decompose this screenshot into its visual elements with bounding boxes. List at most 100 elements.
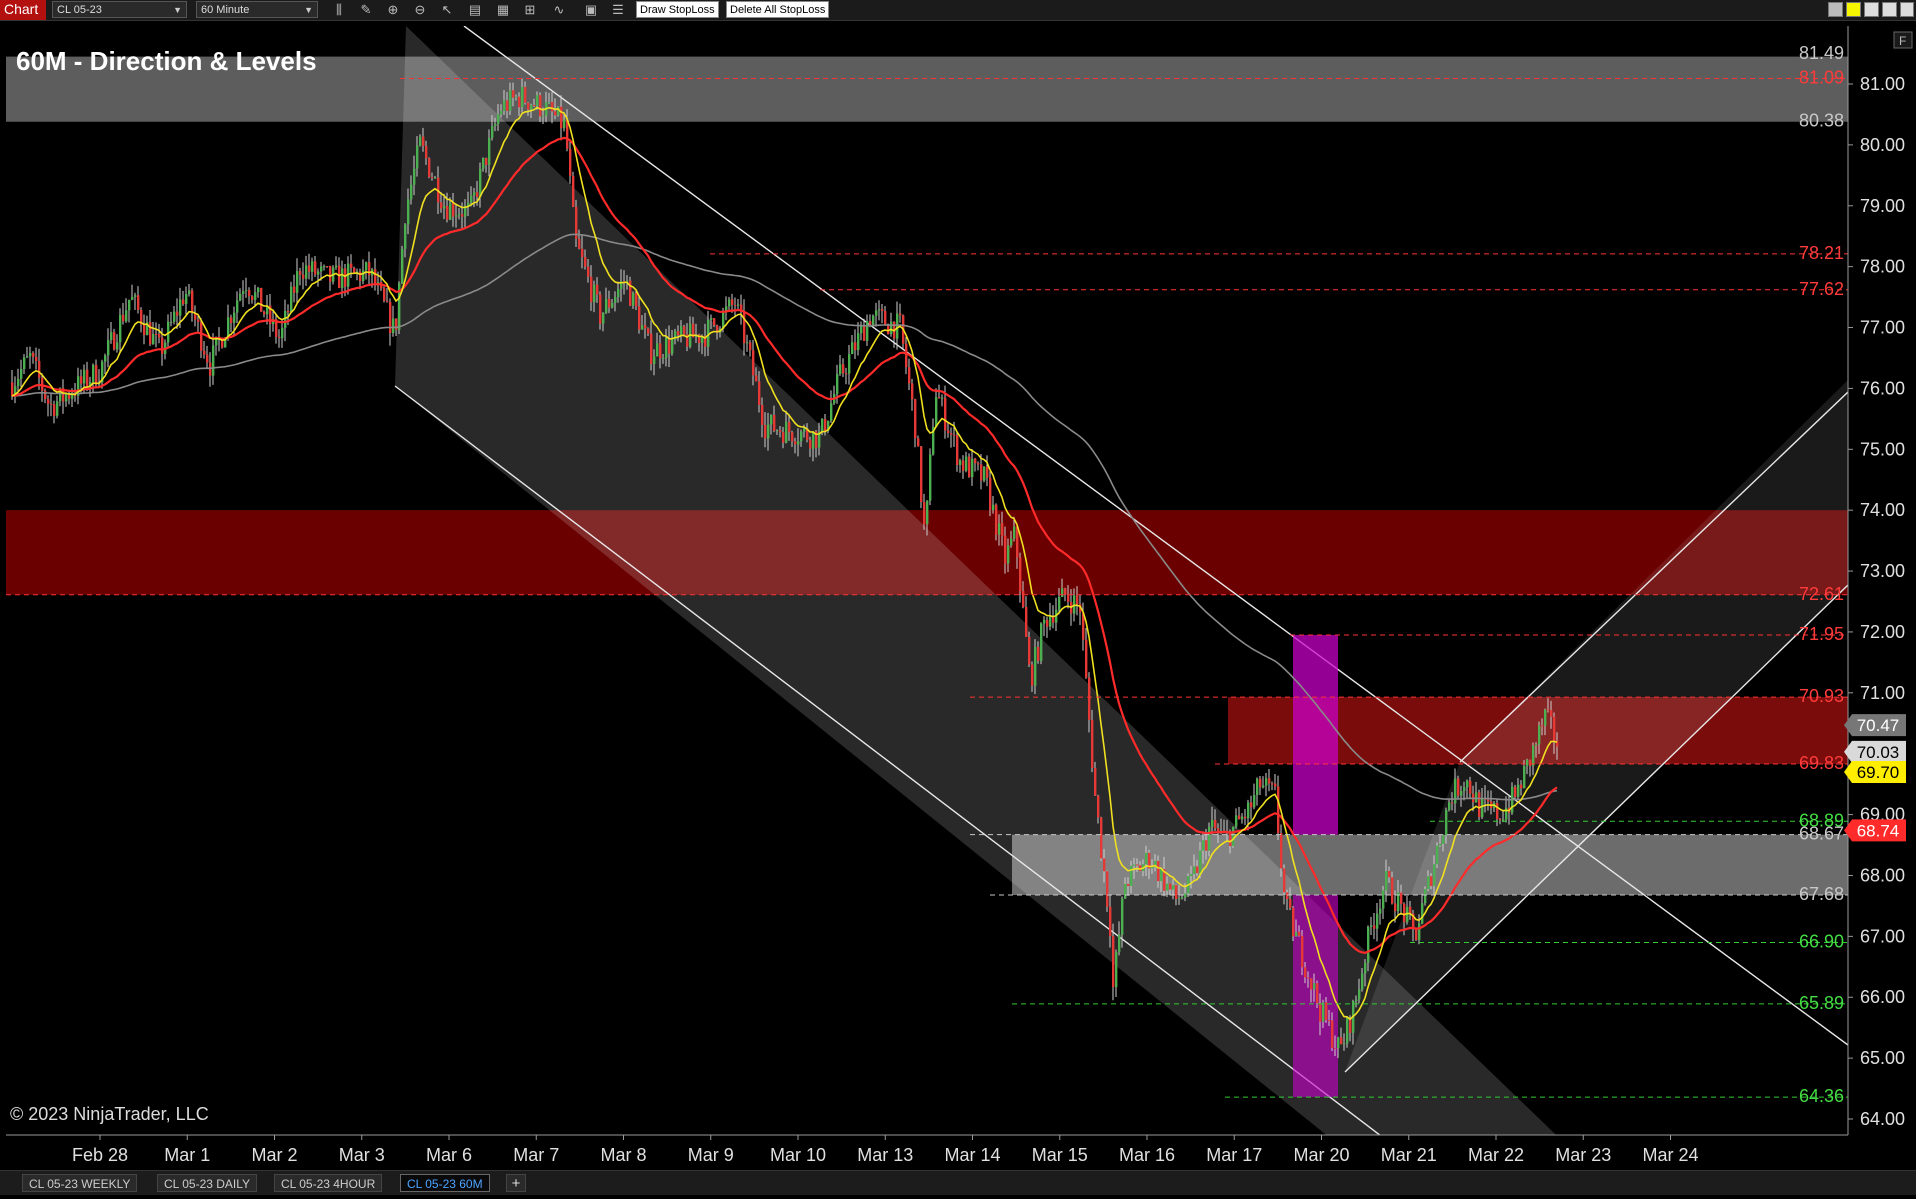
candle-body: [1214, 819, 1217, 829]
chart-tab[interactable]: CL 05-23 WEEKLY: [22, 1174, 138, 1192]
instrument-selector[interactable]: CL 05-23 ▼: [52, 1, 187, 18]
candle-body: [995, 504, 998, 535]
candle-body: [959, 460, 962, 465]
level-label: 66.90: [1799, 931, 1844, 951]
draw-stoploss-button[interactable]: Draw StopLoss: [636, 1, 719, 18]
candle-body: [95, 364, 98, 385]
level-label: 72.61: [1799, 584, 1844, 604]
x-tick-label: Mar 24: [1642, 1145, 1698, 1165]
add-tab-button[interactable]: +: [506, 1174, 526, 1192]
price-badge-label: 69.70: [1857, 763, 1900, 782]
candle-body: [770, 414, 773, 425]
chart-tab[interactable]: CL 05-23 DAILY: [157, 1174, 258, 1192]
chart-tab[interactable]: CL 05-23 4HOUR: [274, 1174, 383, 1192]
candle-body: [143, 324, 146, 335]
candle-body: [1064, 588, 1067, 595]
price-badge-label: 70.47: [1857, 716, 1900, 735]
candle-body: [962, 460, 965, 471]
candle-body: [1076, 595, 1079, 605]
candle-body: [104, 355, 107, 362]
candle-body: [119, 314, 122, 343]
candle-body: [1544, 709, 1547, 726]
candle-body: [773, 414, 776, 431]
candle-body: [455, 215, 458, 217]
templates-icon[interactable]: ▦: [494, 1, 512, 18]
candle-body: [308, 265, 311, 272]
level-label: 67.68: [1799, 884, 1844, 904]
candle-body: [1256, 778, 1259, 795]
candle-body: [779, 430, 782, 433]
price-chart[interactable]: 81.49 81.09 80.38 78.21 77.62 72.61 71.95 70.93…: [0, 20, 1916, 1170]
candle-body: [662, 357, 665, 359]
close-icon[interactable]: [1900, 2, 1914, 17]
maximize-icon[interactable]: [1882, 2, 1897, 17]
candle-body: [179, 299, 182, 316]
candle-body: [1295, 931, 1298, 937]
y-tick-label: 77.00: [1860, 318, 1905, 338]
y-tick-label: 68.00: [1860, 865, 1905, 885]
window-color-link-icon[interactable]: [1846, 2, 1861, 17]
candle-body: [1160, 868, 1163, 882]
candle-body: [485, 157, 488, 165]
candle-body: [200, 321, 203, 351]
draw-tool-icon[interactable]: ✎: [357, 1, 375, 18]
window-link-icon[interactable]: [1828, 2, 1843, 17]
candle-body: [203, 350, 206, 355]
delete-all-stoploss-button[interactable]: Delete All StopLoss: [726, 1, 830, 18]
candle-body: [1145, 852, 1148, 865]
candle-body: [977, 463, 980, 465]
down-channel-lower: [394, 385, 1381, 1135]
candle-body: [1355, 999, 1358, 1002]
candle-body: [1184, 893, 1187, 898]
candle-body: [1436, 845, 1439, 865]
pointer-icon[interactable]: ↖: [438, 1, 456, 18]
candle-body: [65, 394, 68, 402]
candle-body: [1205, 840, 1208, 851]
list-icon[interactable]: ☰: [609, 1, 627, 18]
candle-body: [920, 446, 923, 503]
candle-body: [251, 296, 254, 301]
x-tick-label: Mar 16: [1119, 1145, 1175, 1165]
candle-body: [1013, 526, 1016, 539]
copyright-label: © 2023 NinjaTrader, LLC: [10, 1104, 209, 1124]
candle-body: [212, 345, 215, 376]
data-box-icon[interactable]: ▤: [466, 1, 484, 18]
candle-body: [1022, 590, 1025, 607]
zoom-in-icon[interactable]: ⊕: [384, 1, 402, 18]
candle-body: [1235, 815, 1238, 827]
candle-body: [209, 362, 212, 376]
candle-body: [671, 339, 674, 354]
candle-body: [80, 376, 83, 384]
candle-body: [1238, 815, 1241, 820]
candle-body: [1466, 780, 1469, 788]
strategies-icon[interactable]: ∿: [550, 1, 568, 18]
candle-body: [926, 500, 929, 525]
candle-body: [431, 177, 434, 179]
candle-body: [1268, 778, 1271, 784]
candle-body: [458, 214, 461, 216]
x-tick-label: Mar 8: [600, 1145, 646, 1165]
candle-body: [869, 321, 872, 325]
candle-body: [1172, 885, 1175, 890]
candle-body: [314, 261, 317, 275]
period-selector[interactable]: 60 Minute ▼: [196, 1, 318, 18]
level-label: 80.38: [1799, 111, 1844, 131]
bar-type-icon[interactable]: ⫼: [330, 1, 348, 18]
zoom-out-icon[interactable]: ⊖: [411, 1, 429, 18]
chart-tab[interactable]: CL 05-23 60M: [400, 1174, 490, 1192]
candle-body: [821, 418, 824, 432]
candle-body: [1367, 926, 1370, 963]
candle-body: [1451, 802, 1454, 804]
candle-body: [758, 381, 761, 405]
candle-body: [656, 343, 659, 357]
candle-body: [155, 333, 158, 335]
minimize-icon[interactable]: [1864, 2, 1879, 17]
candle-body: [1124, 883, 1127, 899]
candle-body: [746, 342, 749, 344]
candle-body: [470, 195, 473, 203]
indicators-icon[interactable]: ⊞: [521, 1, 539, 18]
chart-app-label: Chart: [0, 0, 46, 20]
candle-body: [1361, 973, 1364, 990]
x-tick-label: Mar 21: [1381, 1145, 1437, 1165]
properties-icon[interactable]: ▣: [582, 1, 600, 18]
